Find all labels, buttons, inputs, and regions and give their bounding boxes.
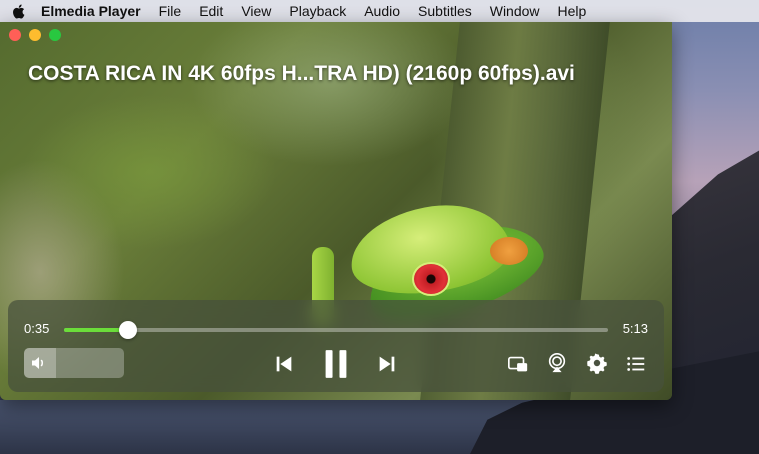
airplay-icon[interactable] (545, 351, 569, 375)
fullscreen-window-button[interactable] (49, 29, 61, 41)
menu-playback[interactable]: Playback (280, 3, 355, 19)
skip-forward-icon[interactable] (375, 352, 399, 376)
current-time: 0:35 (24, 321, 50, 336)
skip-back-icon[interactable] (272, 352, 296, 376)
menu-bar: Elmedia Player File Edit View Playback A… (0, 0, 759, 22)
menu-subtitles[interactable]: Subtitles (409, 3, 481, 19)
menu-audio[interactable]: Audio (355, 3, 409, 19)
playback-controls: 0:35 5:13 (8, 300, 664, 392)
video-frog-toes (490, 237, 528, 265)
menu-window[interactable]: Window (481, 3, 549, 19)
volume-slider[interactable] (24, 348, 124, 378)
menu-file[interactable]: File (150, 3, 191, 19)
playlist-icon[interactable] (624, 352, 648, 376)
total-time: 5:13 (622, 321, 648, 336)
video-title: COSTA RICA IN 4K 60fps H...TRA HD) (2160… (28, 62, 575, 85)
seek-knob[interactable] (119, 321, 138, 339)
apple-icon[interactable] (0, 3, 36, 19)
menu-help[interactable]: Help (549, 3, 596, 19)
picture-in-picture-icon[interactable] (506, 352, 530, 376)
menu-edit[interactable]: Edit (190, 3, 232, 19)
video-frog-eye (412, 262, 450, 296)
menu-view[interactable]: View (232, 3, 280, 19)
gear-icon[interactable] (585, 351, 609, 375)
seek-bar[interactable] (64, 321, 608, 339)
close-window-button[interactable] (9, 29, 21, 41)
speaker-icon[interactable] (30, 354, 48, 372)
player-window: COSTA RICA IN 4K 60fps H...TRA HD) (2160… (0, 22, 672, 400)
minimize-window-button[interactable] (29, 29, 41, 41)
menu-app-name[interactable]: Elmedia Player (36, 3, 150, 19)
pause-icon[interactable] (321, 346, 351, 382)
window-controls (9, 29, 61, 41)
